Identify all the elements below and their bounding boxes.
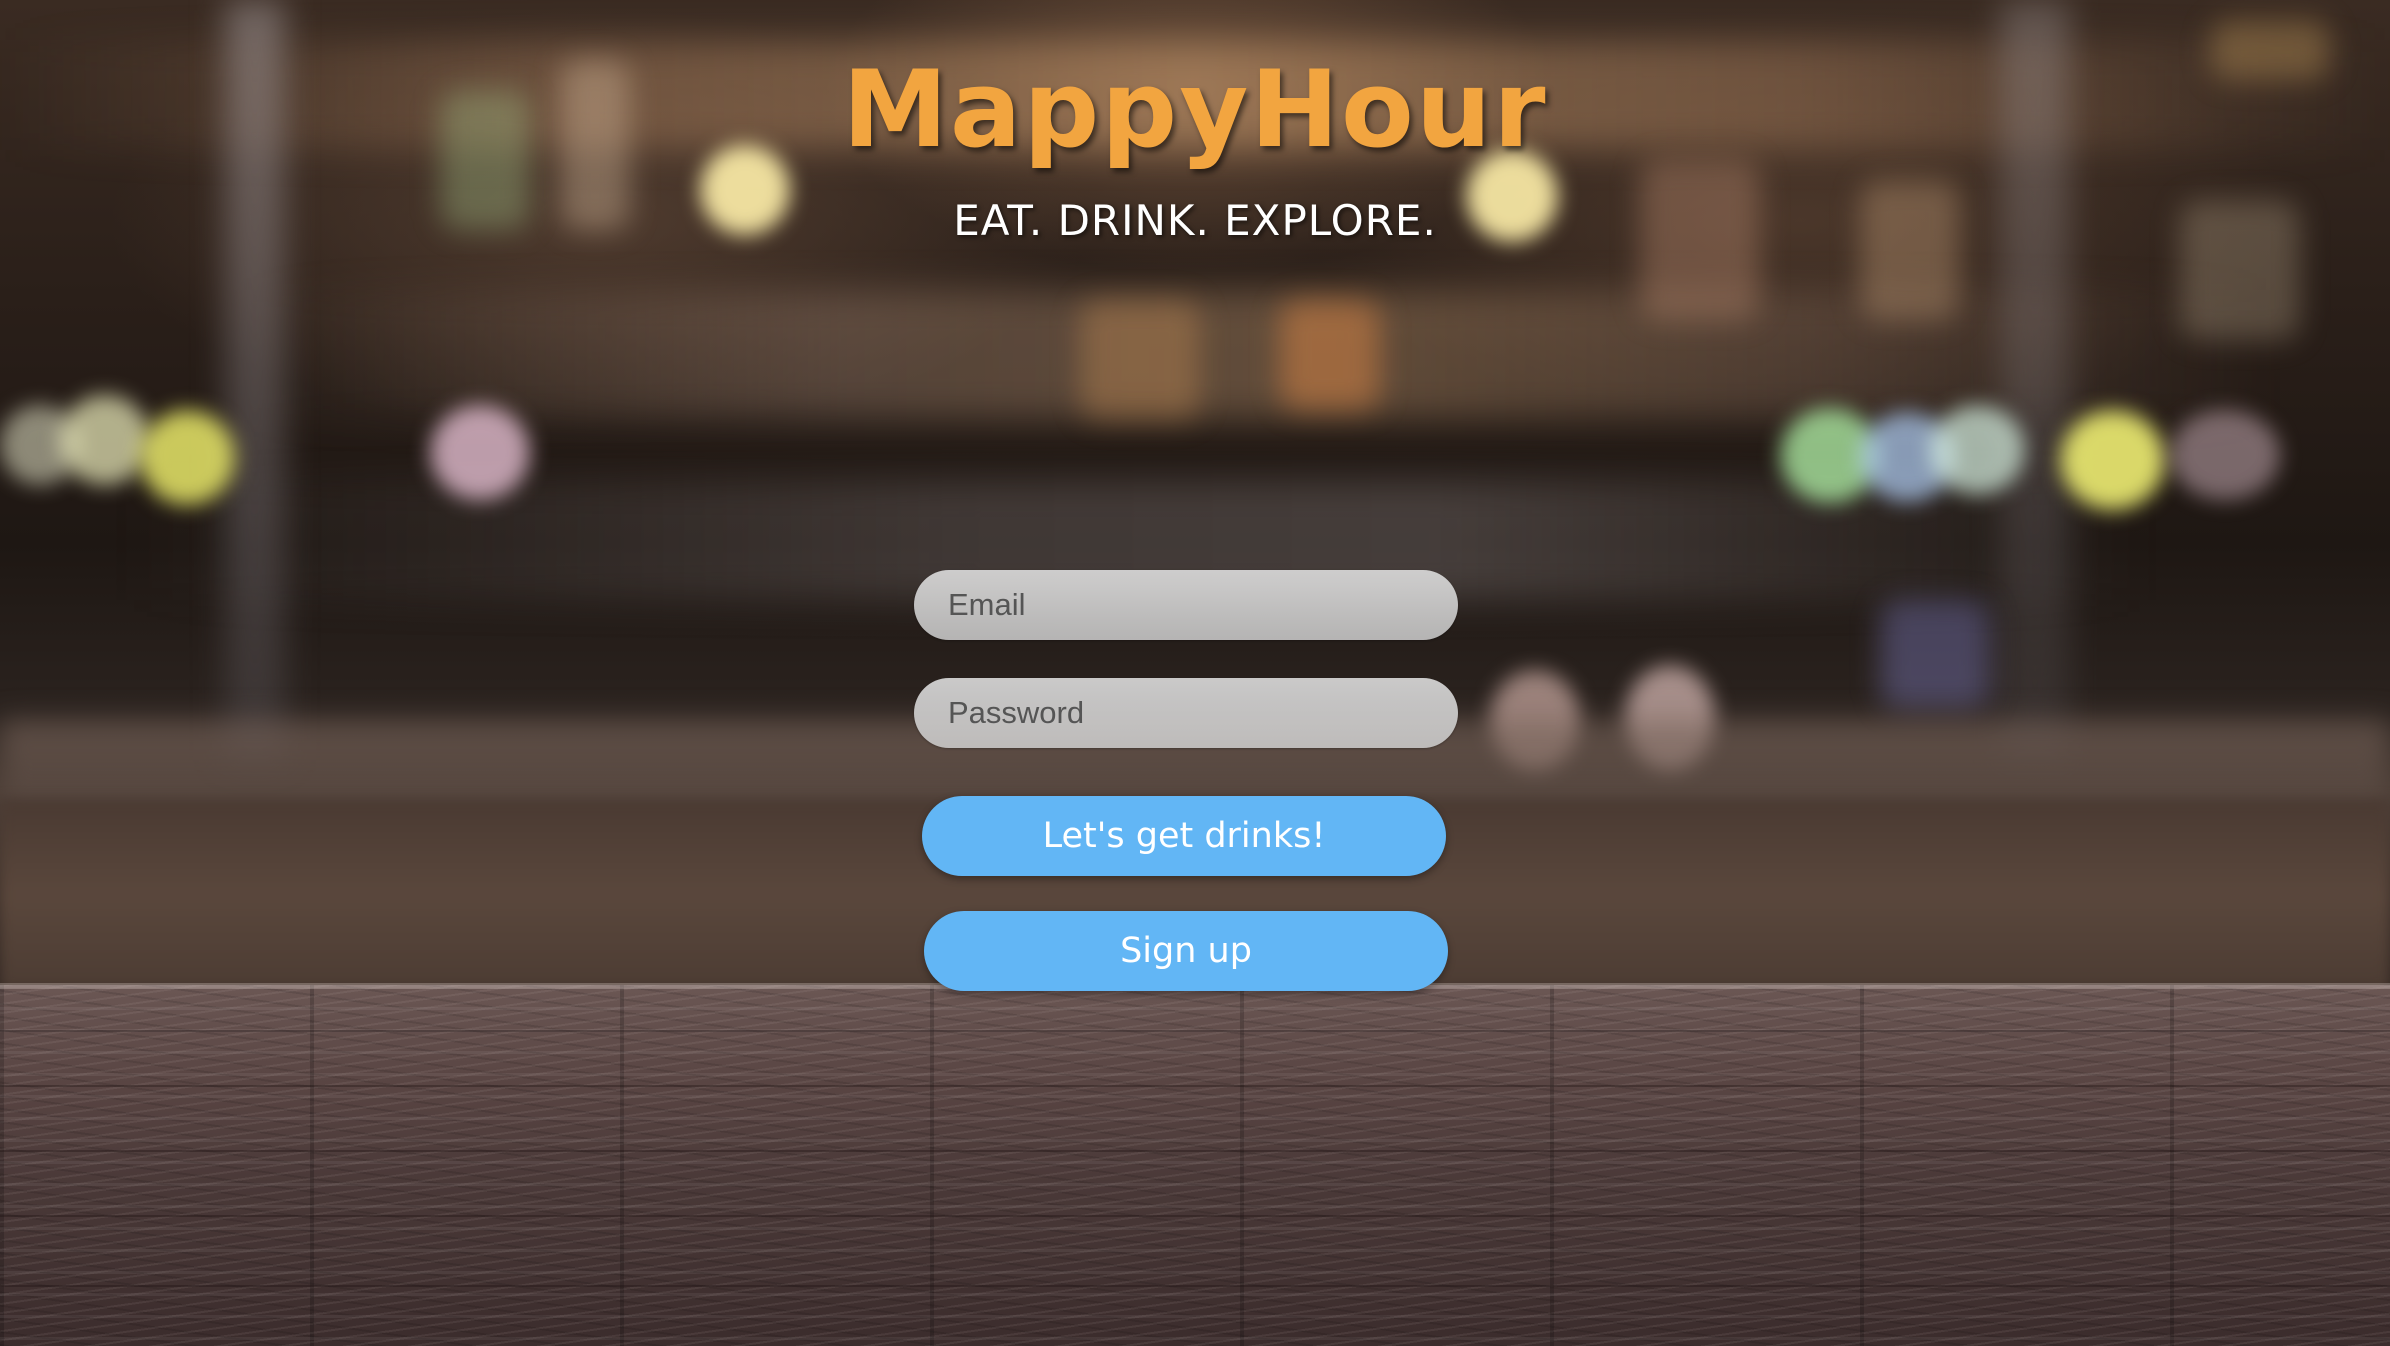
login-button[interactable]: Let's get drinks! <box>922 796 1446 876</box>
email-input[interactable] <box>914 570 1458 640</box>
signup-button[interactable]: Sign up <box>924 911 1448 991</box>
password-input[interactable] <box>914 678 1458 748</box>
app-title: MappyHour <box>842 48 1548 171</box>
login-page: MappyHour EAT. DRINK. EXPLORE. Let's get… <box>0 0 2390 1346</box>
tagline: EAT. DRINK. EXPLORE. <box>953 196 1437 245</box>
